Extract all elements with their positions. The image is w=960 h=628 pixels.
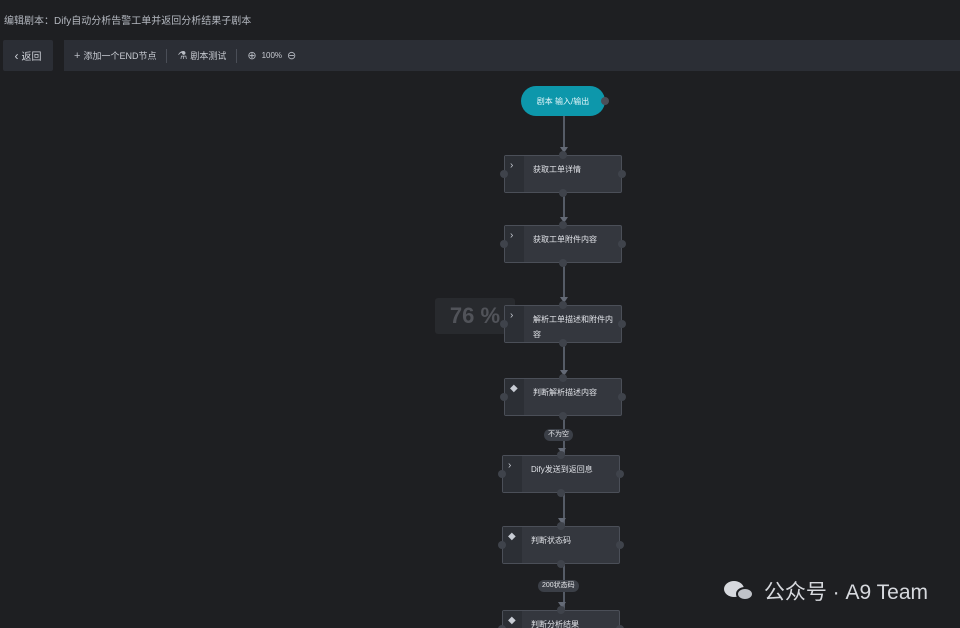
node-port[interactable] bbox=[557, 451, 565, 459]
playbook-test-button[interactable]: ⚗ 剧本测试 bbox=[177, 49, 226, 62]
chevron-right-icon: › bbox=[508, 460, 512, 471]
node-port[interactable] bbox=[498, 541, 506, 549]
node-port[interactable] bbox=[500, 320, 508, 328]
flow-node-check-status-code[interactable]: ◆ 判断状态码 bbox=[498, 522, 624, 568]
node-port[interactable] bbox=[500, 170, 508, 178]
toolbar-divider bbox=[236, 48, 238, 63]
node-label: 获取工单详情 bbox=[533, 165, 581, 174]
zoom-overlay: 76 % bbox=[435, 298, 515, 334]
flow-canvas[interactable]: 76 % 剧本 输入/输出 › 获取工单详情 › 获取工单附件内容 › 解析工单… bbox=[0, 71, 960, 628]
plus-icon: + bbox=[74, 49, 81, 62]
chevron-left-icon: ‹ bbox=[14, 48, 19, 63]
back-button[interactable]: ‹ 返回 bbox=[3, 40, 53, 71]
diamond-icon: ◆ bbox=[508, 615, 516, 626]
start-node[interactable]: 剧本 输入/输出 bbox=[521, 86, 609, 116]
flow-node-parse-ticket[interactable]: › 解析工单描述和附件内容 bbox=[500, 301, 626, 347]
zoom-level: 100% bbox=[261, 51, 283, 60]
node-label: 判断分析结果 bbox=[531, 620, 579, 628]
node-port[interactable] bbox=[559, 339, 567, 347]
node-port[interactable] bbox=[616, 470, 624, 478]
zoom-control: ⊕ 100% ⊖ bbox=[247, 49, 296, 62]
chevron-right-icon: › bbox=[510, 230, 514, 241]
playbook-test-label: 剧本测试 bbox=[190, 51, 227, 61]
chevron-right-icon: › bbox=[510, 310, 514, 321]
node-label: 判断解析描述内容 bbox=[533, 388, 597, 397]
flow-node-get-ticket-detail[interactable]: › 获取工单详情 bbox=[500, 151, 626, 197]
node-port[interactable] bbox=[616, 541, 624, 549]
node-label: Dify发送到返回息 bbox=[531, 465, 593, 474]
node-port[interactable] bbox=[559, 301, 567, 309]
watermark-text: 公众号 · A9 Team bbox=[763, 581, 928, 604]
toolbar: ‹ 返回 + 添加一个END节点 ⚗ 剧本测试 ⊕ 100% ⊖ bbox=[0, 40, 960, 71]
diamond-icon: ◆ bbox=[510, 383, 518, 394]
chevron-right-icon: › bbox=[510, 160, 514, 171]
node-label: 判断状态码 bbox=[531, 536, 571, 545]
node-port[interactable] bbox=[557, 522, 565, 530]
node-port[interactable] bbox=[500, 393, 508, 401]
wechat-icon bbox=[723, 579, 756, 603]
node-port[interactable] bbox=[559, 412, 567, 420]
node-port[interactable] bbox=[557, 489, 565, 497]
add-end-node-button[interactable]: + 添加一个END节点 bbox=[74, 49, 156, 62]
wechat-watermark: 公众号 · A9 Team bbox=[723, 576, 928, 606]
node-port[interactable] bbox=[559, 151, 567, 159]
edge-label-not-empty: 不为空 bbox=[544, 429, 573, 441]
page-title: 编辑剧本：Dify自动分析告警工单并返回分析结果子剧本 bbox=[4, 16, 252, 27]
title-bar: 编辑剧本：Dify自动分析告警工单并返回分析结果子剧本 bbox=[0, 0, 960, 38]
node-port[interactable] bbox=[601, 97, 609, 105]
edge-label-status-200: 200状态码 bbox=[538, 580, 579, 592]
node-port[interactable] bbox=[498, 470, 506, 478]
node-port[interactable] bbox=[500, 240, 508, 248]
flow-node-get-ticket-attachment[interactable]: › 获取工单附件内容 bbox=[500, 221, 626, 267]
flow-node-check-parse-content[interactable]: ◆ 判断解析描述内容 bbox=[500, 374, 626, 420]
zoom-in-icon[interactable]: ⊕ bbox=[247, 49, 256, 62]
node-port[interactable] bbox=[557, 560, 565, 568]
node-port[interactable] bbox=[557, 606, 565, 614]
node-port[interactable] bbox=[559, 374, 567, 382]
back-button-label: 返回 bbox=[21, 52, 42, 63]
flow-node-check-analysis-result[interactable]: ◆ 判断分析结果 bbox=[498, 606, 624, 628]
node-label: 获取工单附件内容 bbox=[533, 235, 597, 244]
node-port[interactable] bbox=[618, 320, 626, 328]
flow-node-dify-send[interactable]: › Dify发送到返回息 bbox=[498, 451, 624, 497]
node-label: 解析工单描述和附件内容 bbox=[533, 315, 613, 339]
toolbar-divider bbox=[166, 48, 168, 63]
tool-group: + 添加一个END节点 ⚗ 剧本测试 ⊕ 100% ⊖ bbox=[64, 40, 960, 71]
node-port[interactable] bbox=[559, 189, 567, 197]
zoom-out-icon[interactable]: ⊖ bbox=[287, 49, 296, 62]
node-port[interactable] bbox=[559, 221, 567, 229]
node-port[interactable] bbox=[618, 240, 626, 248]
node-port[interactable] bbox=[618, 170, 626, 178]
diamond-icon: ◆ bbox=[508, 531, 516, 542]
flask-icon: ⚗ bbox=[177, 50, 188, 62]
start-node-label: 剧本 输入/输出 bbox=[536, 96, 590, 106]
node-port[interactable] bbox=[559, 259, 567, 267]
add-end-node-label: 添加一个END节点 bbox=[83, 51, 157, 61]
node-port[interactable] bbox=[618, 393, 626, 401]
